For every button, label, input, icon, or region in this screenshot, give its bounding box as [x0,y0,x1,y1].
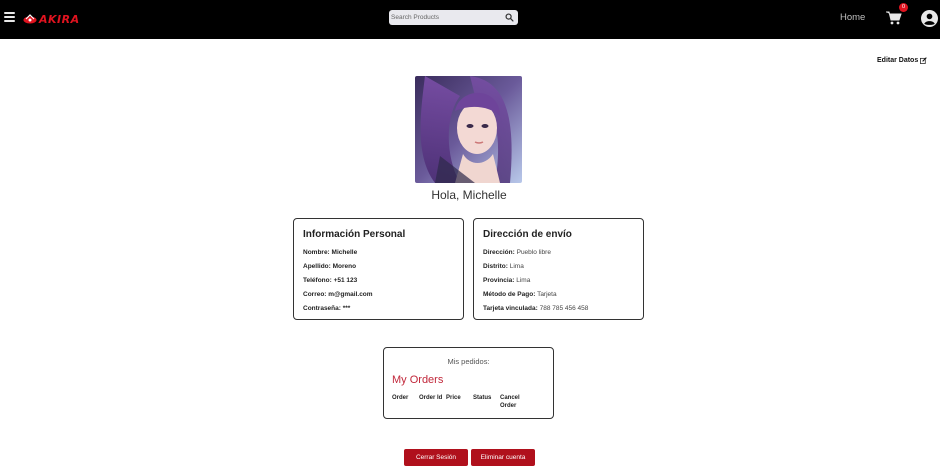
shipping-label: Dirección: [483,249,515,256]
personal-info-title: Información Personal [303,229,406,240]
info-label: Nombre: [303,249,330,256]
shipping-row-province: Provincia: Lima [483,277,634,284]
shipping-value: 788 785 456 458 [539,305,589,312]
cart-icon[interactable] [886,11,902,25]
orders-table-header: Order Order Id Price Status Cancel Order [392,394,545,410]
shipping-row-address: Dirección: Pueblo libre [483,249,634,256]
shipping-label: Tarjeta vinculada: [483,305,538,312]
orders-title: My Orders [392,374,444,386]
edit-profile-link[interactable]: Editar Datos [877,57,927,64]
shipping-label: Método de Pago: [483,291,536,298]
shipping-label: Provincia: [483,277,515,284]
orders-card: Mis pedidos: My Orders Order Order Id Pr… [383,347,554,419]
shipping-row-card: Tarjeta vinculada: 788 785 456 458 [483,305,634,312]
shipping-row-district: Distrito: Lima [483,263,634,270]
search-bar [389,10,518,25]
shipping-title: Dirección de envío [483,229,572,240]
orders-col-order: Order [392,395,409,401]
shipping-value: Tarjeta [537,291,557,298]
personal-info-card: Información Personal Nombre: Michelle Ap… [293,218,464,320]
logo-text: AKIRA [39,12,80,26]
info-row-password: Contraseña: *** [303,305,454,312]
profile-avatar-image [415,76,522,183]
shipping-value: Lima [516,277,531,284]
info-value: Moreno [332,263,357,270]
search-input[interactable] [391,11,501,24]
cart-count-badge: 0 [899,3,908,12]
logo-mark-icon [23,14,37,24]
shipping-value: Pueblo libre [516,249,551,256]
info-row-email: Correo: m@gmail.com [303,291,454,298]
info-label: Correo: [303,291,327,298]
navbar: AKIRA Home 0 [0,0,940,39]
logo[interactable]: AKIRA [23,11,80,27]
shipping-value: Lima [509,263,524,270]
info-label: Contraseña: [303,305,341,312]
nav-home-link[interactable]: Home [840,12,865,23]
hamburger-menu-icon[interactable] [4,12,15,22]
orders-col-status: Status [473,395,492,401]
info-row-name: Nombre: Michelle [303,249,454,256]
shipping-address-card: Dirección de envío Dirección: Pueblo lib… [473,218,644,320]
info-row-phone: Teléfono: +51 123 [303,277,454,284]
info-value: *** [342,305,351,312]
greeting-text: Hola, Michelle [431,188,507,202]
info-value: Michelle [331,249,358,256]
logout-button[interactable]: Cerrar Sesión [404,449,468,466]
info-label: Teléfono: [303,277,332,284]
info-row-lastname: Apellido: Moreno [303,263,454,270]
info-label: Apellido: [303,263,331,270]
search-icon[interactable] [505,13,514,22]
info-value: m@gmail.com [328,291,373,298]
user-account-icon[interactable] [921,10,938,27]
orders-col-order-id: Order Id [419,395,443,401]
edit-icon [920,57,927,64]
delete-account-button[interactable]: Eliminar cuenta [471,449,535,466]
shipping-label: Distrito: [483,263,508,270]
info-value: +51 123 [333,277,358,284]
edit-profile-label: Editar Datos [877,57,919,64]
orders-col-cancel: Cancel Order [500,395,520,409]
shipping-row-payment: Método de Pago: Tarjeta [483,291,634,298]
orders-subtitle: Mis pedidos: [447,357,490,366]
orders-col-price: Price [446,395,461,401]
